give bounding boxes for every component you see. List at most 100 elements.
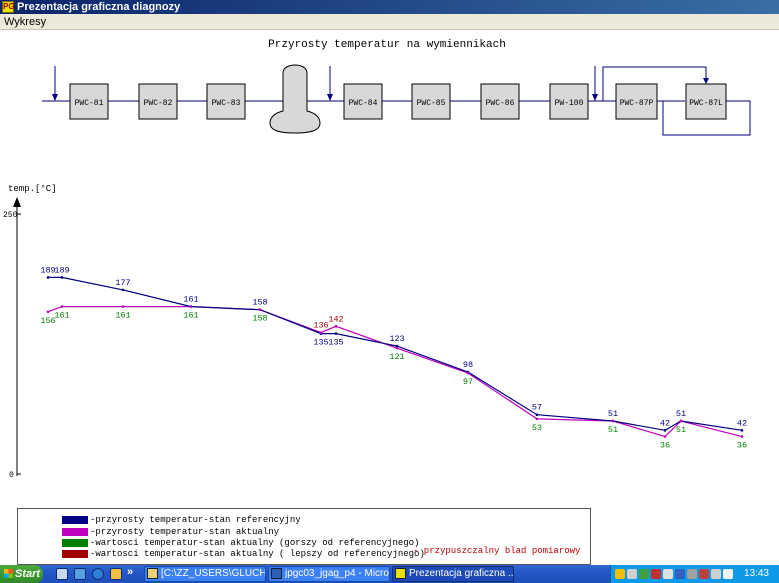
reference-value-label: 42 bbox=[737, 418, 747, 428]
task-label-word: jpgc03_jgag_p4 - Micros... bbox=[285, 568, 389, 579]
actual-point bbox=[679, 419, 683, 423]
legend-text-reference: -przyrosty temperatur-stan referencyjny bbox=[90, 515, 301, 525]
exchanger-label: PWC-87P bbox=[620, 99, 654, 108]
tray-icon-9[interactable] bbox=[711, 569, 721, 579]
exchanger-label: PWC-85 bbox=[417, 99, 446, 108]
tray-icon-4[interactable] bbox=[651, 569, 661, 579]
quicklaunch-chevron-icon[interactable]: » bbox=[127, 566, 133, 578]
actual-value-label: 97 bbox=[463, 377, 473, 387]
task-button-explorer[interactable]: [C:\ZZ_USERS\GLUCH\W... bbox=[144, 566, 266, 582]
tray-icon-6[interactable] bbox=[675, 569, 685, 579]
reference-value-label: 123 bbox=[389, 334, 404, 344]
tray-icon-8[interactable] bbox=[699, 569, 709, 579]
legend-swatch-better bbox=[62, 550, 88, 558]
y-axis-label: temp.[°C] bbox=[8, 184, 57, 194]
actual-point bbox=[258, 308, 262, 311]
chart-labels: 1891561891611771611611611581581351361351… bbox=[40, 265, 747, 450]
reference-point bbox=[334, 332, 338, 335]
actual-point bbox=[189, 305, 193, 308]
actual-value-label: 136 bbox=[313, 321, 328, 331]
reference-value-label: 98 bbox=[463, 360, 473, 370]
system-tray: 13:43 bbox=[610, 565, 779, 583]
actual-point bbox=[663, 435, 667, 438]
exchanger-pwc-85[interactable]: PWC-85 bbox=[411, 83, 451, 120]
task-button-word[interactable]: jpgc03_jgag_p4 - Micros... bbox=[268, 566, 390, 582]
actual-value-label: 51 bbox=[676, 425, 686, 435]
diagnosis-canvas: Przyrosty temperatur na wymiennikach PWC… bbox=[0, 31, 779, 565]
actual-value-label: 36 bbox=[660, 441, 670, 451]
reference-value-label: 161 bbox=[183, 295, 198, 305]
actual-point bbox=[334, 325, 338, 328]
actual-value-label: 142 bbox=[328, 314, 343, 324]
tray-icon-10[interactable] bbox=[723, 569, 733, 579]
exchanger-pwc-83[interactable]: PWC-83 bbox=[206, 83, 246, 120]
actual-point bbox=[535, 417, 539, 421]
actual-point bbox=[60, 305, 64, 308]
task-label-explorer: [C:\ZZ_USERS\GLUCH\W... bbox=[161, 568, 266, 579]
start-button[interactable]: Start bbox=[0, 565, 43, 583]
tray-icon-3[interactable] bbox=[639, 569, 649, 579]
y-tick-label-250: 250 bbox=[3, 211, 18, 220]
diagnosis-svg: Przyrosty temperatur na wymiennikach PWC… bbox=[3, 39, 751, 480]
exchanger-label: PWC-86 bbox=[486, 99, 515, 108]
exchanger-pwc-84[interactable]: PWC-84 bbox=[343, 83, 383, 120]
actual-point bbox=[46, 310, 50, 314]
exchanger-pwc-86[interactable]: PWC-86 bbox=[480, 83, 520, 120]
menu-bar: Wykresy bbox=[0, 14, 779, 30]
start-label: Start bbox=[15, 568, 41, 580]
pg-app-icon bbox=[395, 568, 406, 579]
reference-value-label: 189 bbox=[54, 265, 69, 275]
actual-point bbox=[395, 346, 399, 350]
reference-point bbox=[740, 429, 744, 432]
actual-value-label: 161 bbox=[183, 311, 198, 321]
taskbar: Start » [C:\ZZ_USERS\GLUCH\W... jpgc03_j… bbox=[0, 565, 779, 583]
tray-icon-1[interactable] bbox=[615, 569, 625, 579]
exchanger-pwc-82[interactable]: PWC-82 bbox=[138, 83, 178, 120]
legend-text-worse: -wartosci temperatur-stan aktualny (gors… bbox=[90, 538, 420, 548]
actual-value-label: 121 bbox=[389, 352, 404, 362]
reference-point bbox=[535, 413, 539, 417]
exchanger-label: PWC-82 bbox=[144, 99, 173, 108]
exchanger-pwc-87p[interactable]: PWC-87P bbox=[615, 83, 658, 120]
exchanger-pwc-87l[interactable]: PWC-87L bbox=[685, 83, 727, 120]
legend-box: -przyrosty temperatur-stan referencyjny … bbox=[17, 508, 591, 565]
reference-value-label: 42 bbox=[660, 418, 670, 428]
actual-point bbox=[740, 435, 744, 438]
exchanger-pw-100[interactable]: PW-100 bbox=[549, 83, 589, 120]
task-button-prezentacja[interactable]: Prezentacja graficzna ... bbox=[392, 566, 514, 582]
pg-app-icon[interactable]: PG bbox=[2, 1, 15, 13]
reference-value-label: 135 bbox=[328, 338, 343, 348]
legend-swatch-reference bbox=[62, 516, 88, 524]
title-bar[interactable]: PG Prezentacja graficzna diagnozy bbox=[0, 0, 779, 14]
windows-flag-icon bbox=[4, 569, 13, 578]
reference-point bbox=[663, 429, 667, 432]
actual-value-label: 158 bbox=[252, 314, 267, 324]
legend-text-actual: -przyrosty temperatur-stan aktualny bbox=[90, 527, 280, 537]
reference-point bbox=[46, 276, 50, 279]
reference-value-label: 57 bbox=[532, 403, 542, 413]
tray-icon-7[interactable] bbox=[687, 569, 697, 579]
diagram-title: Przyrosty temperatur na wymiennikach bbox=[268, 39, 506, 51]
menu-wykresy[interactable]: Wykresy bbox=[4, 15, 46, 29]
word-icon bbox=[271, 568, 282, 579]
folder-icon bbox=[147, 568, 158, 579]
exchanger-pwc-81[interactable]: PWC-81 bbox=[69, 83, 109, 120]
reference-point bbox=[60, 276, 64, 279]
tray-icon-5[interactable] bbox=[663, 569, 673, 579]
exchanger-label: PWC-81 bbox=[75, 99, 104, 108]
legend-note-measurement-error: - przypuszczalny blad pomiarowy bbox=[413, 546, 581, 556]
reference-value-label: 51 bbox=[608, 409, 618, 419]
reference-value-label: 51 bbox=[676, 409, 686, 419]
reference-value-label: 135 bbox=[313, 338, 328, 348]
exchanger-label: PWC-84 bbox=[349, 99, 378, 108]
media-player-icon[interactable] bbox=[110, 568, 122, 580]
tray-icon-2[interactable] bbox=[627, 569, 637, 579]
inlet-arrow-3 bbox=[592, 94, 598, 101]
exchanger-label: PWC-83 bbox=[212, 99, 241, 108]
show-desktop-icon[interactable] bbox=[56, 568, 68, 580]
internet-explorer-icon[interactable] bbox=[92, 568, 104, 580]
explorer-icon[interactable] bbox=[74, 568, 86, 580]
y-axis-arrow bbox=[13, 197, 21, 207]
bypass-arrow bbox=[703, 78, 709, 84]
inlet-arrow-1 bbox=[52, 94, 58, 101]
